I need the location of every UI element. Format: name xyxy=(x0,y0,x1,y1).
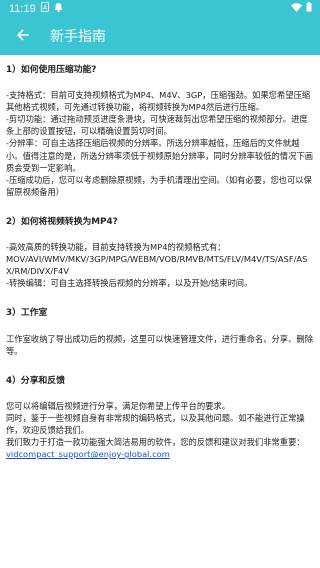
status-bar: 11:19 A xyxy=(0,0,320,17)
notification-icon xyxy=(54,2,63,15)
section-compress: 1）如何使用压缩功能? -支持格式：目前可支持视频格式为MP4、M4V、3GP，… xyxy=(6,64,314,198)
back-button[interactable] xyxy=(10,23,36,49)
section-heading: 4）分享和反馈 xyxy=(6,375,65,386)
svg-text:A: A xyxy=(43,5,48,12)
section-body: 您可以将编辑后视频进行分享，满足你希望上传平台的要求。 同时，鉴于一些视频自身有… xyxy=(6,400,305,448)
section-body: -支持格式：目前可支持视频格式为MP4、M4V、3GP，压缩强劲。如果您希望压缩… xyxy=(6,90,313,197)
section-heading: 2）如何将视频转换为MP4? xyxy=(6,216,118,227)
wifi-icon xyxy=(291,2,302,15)
section-heading: 3）工作室 xyxy=(6,308,48,319)
section-feedback: 4）分享和反馈 您可以将编辑后视频进行分享，满足你希望上传平台的要求。 同时，鉴… xyxy=(6,375,314,461)
page-title: 新手指南 xyxy=(50,29,106,45)
battery-icon xyxy=(306,2,312,15)
guide-content[interactable]: 1）如何使用压缩功能? -支持格式：目前可支持视频格式为MP4、M4V、3GP，… xyxy=(0,55,320,460)
status-left: 11:19 A xyxy=(9,2,63,15)
app-toolbar: 新手指南 xyxy=(0,17,320,55)
section-heading: 1）如何使用压缩功能? xyxy=(6,65,97,75)
section-body: -高效高质的转换功能，目前支持转换为MP4的视频格式有： MOV/AVI/WMV… xyxy=(6,242,308,289)
support-email-link[interactable]: vidcompact_support@enjoy-global.com xyxy=(6,448,314,460)
sim-a-icon: A xyxy=(40,2,49,15)
section-convert: 2）如何将视频转换为MP4? -高效高质的转换功能，目前支持转换为MP4的视频格… xyxy=(6,216,314,289)
section-body: 工作室收纳了导出成功后的视频，这里可以快速管理文件，进行重命名、分享、删除等。 xyxy=(6,333,313,356)
status-right xyxy=(291,2,312,15)
section-studio: 3）工作室 工作室收纳了导出成功后的视频，这里可以快速管理文件，进行重命名、分享… xyxy=(6,307,314,356)
status-time: 11:19 xyxy=(9,2,36,15)
arrow-left-icon xyxy=(16,27,30,46)
